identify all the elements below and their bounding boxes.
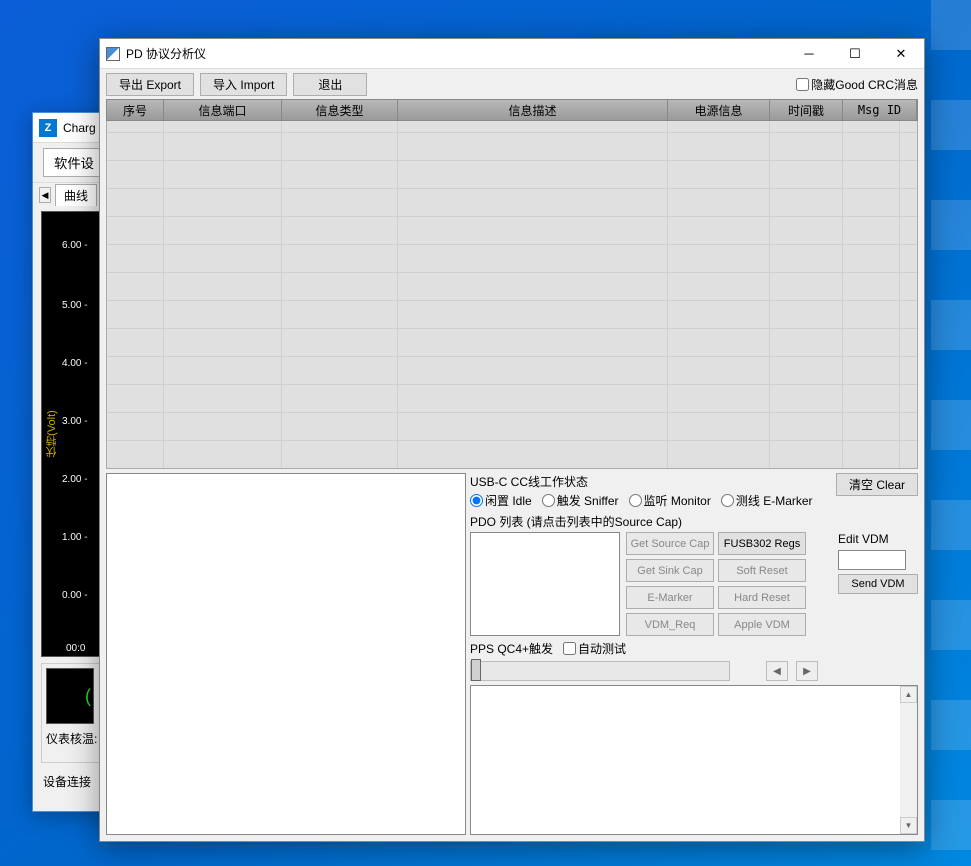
- edit-vdm-input[interactable]: [838, 550, 906, 570]
- vdm-req-button[interactable]: VDM_Req: [626, 613, 714, 636]
- exit-button[interactable]: 退出: [293, 73, 367, 96]
- app-icon: [106, 47, 120, 61]
- slider-thumb[interactable]: [471, 659, 481, 681]
- emarker-button[interactable]: E-Marker: [626, 586, 714, 609]
- y-axis-label: 伏特(Volt): [44, 410, 60, 458]
- hide-crc-input[interactable]: [796, 78, 809, 91]
- bg-window-title: Charg: [63, 121, 96, 135]
- minimize-button[interactable]: ─: [786, 39, 832, 69]
- y-tick: 5.00: [62, 300, 88, 311]
- message-table-header: 序号 信息端口 信息类型 信息描述 电源信息 时间戳 Msg ID: [106, 99, 918, 121]
- col-desc[interactable]: 信息描述: [398, 100, 668, 120]
- col-seq[interactable]: 序号: [107, 100, 164, 120]
- log-textarea[interactable]: [471, 686, 900, 834]
- close-button[interactable]: ✕: [878, 39, 924, 69]
- bg-software-settings-button[interactable]: 软件设: [43, 148, 105, 177]
- tab-scroll-left[interactable]: ◀: [39, 187, 51, 203]
- titlebar[interactable]: PD 协议分析仪 ─ ☐ ✕: [100, 39, 924, 69]
- pdo-list-title: PDO 列表 (请点击列表中的Source Cap): [470, 513, 918, 530]
- send-vdm-button[interactable]: Send VDM: [838, 574, 918, 594]
- scroll-down-icon[interactable]: ▼: [900, 817, 917, 834]
- soft-reset-button[interactable]: Soft Reset: [718, 559, 806, 582]
- clear-button[interactable]: 清空 Clear: [836, 473, 918, 496]
- hard-reset-button[interactable]: Hard Reset: [718, 586, 806, 609]
- maximize-button[interactable]: ☐: [832, 39, 878, 69]
- col-ts[interactable]: 时间戳: [770, 100, 843, 120]
- log-scrollbar[interactable]: ▲ ▼: [900, 686, 917, 834]
- fusb302-regs-button[interactable]: FUSB302 Regs: [718, 532, 806, 555]
- scroll-up-icon[interactable]: ▲: [900, 686, 917, 703]
- slider-right-button[interactable]: ▶: [796, 661, 818, 681]
- y-tick: 0.00: [62, 590, 88, 601]
- col-msgid[interactable]: Msg ID: [843, 100, 917, 120]
- get-sink-cap-button[interactable]: Get Sink Cap: [626, 559, 714, 582]
- col-port[interactable]: 信息端口: [164, 100, 282, 120]
- pps-slider[interactable]: [470, 661, 730, 681]
- import-button[interactable]: 导入 Import: [200, 73, 287, 96]
- radio-monitor[interactable]: 监听 Monitor: [629, 492, 711, 509]
- export-button[interactable]: 导出 Export: [106, 73, 194, 96]
- col-type[interactable]: 信息类型: [282, 100, 398, 120]
- autotest-checkbox[interactable]: 自动测试: [563, 640, 626, 657]
- y-tick: 6.00: [62, 240, 88, 251]
- x-tick: 00:0: [66, 643, 85, 654]
- y-tick: 4.00: [62, 358, 88, 369]
- pd-analyzer-window: PD 协议分析仪 ─ ☐ ✕ 导出 Export 导入 Import 退出 隐藏…: [99, 38, 925, 842]
- edit-vdm-label: Edit VDM: [838, 532, 918, 546]
- cc-status-title: USB-C CC线工作状态: [470, 473, 830, 490]
- y-tick: 2.00: [62, 474, 88, 485]
- get-source-cap-button[interactable]: Get Source Cap: [626, 532, 714, 555]
- y-tick: 3.00: [62, 416, 88, 427]
- radio-sniffer[interactable]: 触发 Sniffer: [542, 492, 619, 509]
- left-panel[interactable]: [106, 473, 466, 835]
- slider-left-button[interactable]: ◀: [766, 661, 788, 681]
- y-tick: 1.00: [62, 532, 88, 543]
- meter-display: (: [46, 668, 94, 724]
- col-power[interactable]: 电源信息: [668, 100, 770, 120]
- apple-vdm-button[interactable]: Apple VDM: [718, 613, 806, 636]
- radio-emarker[interactable]: 测线 E-Marker: [721, 492, 813, 509]
- pps-title: PPS QC4+触发: [470, 640, 553, 657]
- tab-curve[interactable]: 曲线: [55, 184, 97, 206]
- message-table-body[interactable]: [106, 121, 918, 469]
- hide-crc-label: 隐藏Good CRC消息: [811, 76, 918, 93]
- window-title: PD 协议分析仪: [126, 45, 206, 62]
- hide-crc-checkbox[interactable]: 隐藏Good CRC消息: [796, 76, 918, 93]
- pdo-listbox[interactable]: [470, 532, 620, 636]
- radio-idle[interactable]: 闲置 Idle: [470, 492, 532, 509]
- bg-app-icon: Z: [39, 119, 57, 137]
